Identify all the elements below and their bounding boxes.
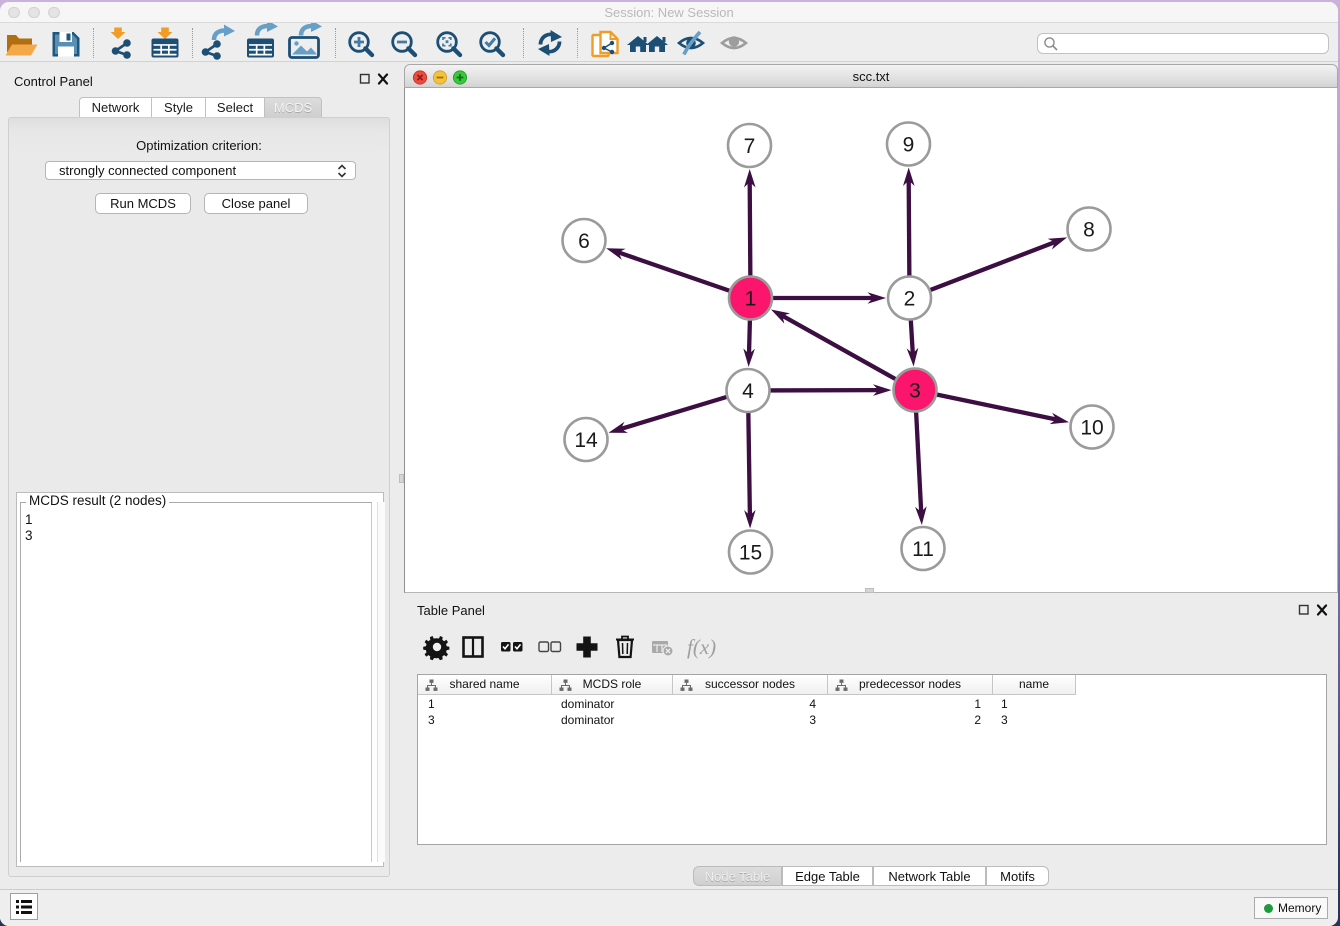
- svg-text:6: 6: [578, 230, 590, 253]
- svg-text:7: 7: [744, 135, 756, 158]
- svg-text:15: 15: [739, 542, 762, 565]
- svg-text:3: 3: [909, 380, 921, 403]
- svg-text:10: 10: [1080, 417, 1103, 440]
- svg-text:11: 11: [912, 538, 934, 561]
- svg-text:8: 8: [1083, 219, 1095, 242]
- svg-text:4: 4: [742, 380, 754, 403]
- svg-text:14: 14: [574, 429, 598, 452]
- svg-text:1: 1: [745, 288, 757, 311]
- svg-text:f(x): f(x): [687, 635, 716, 659]
- svg-text:9: 9: [903, 134, 915, 157]
- svg-text:2: 2: [904, 288, 916, 311]
